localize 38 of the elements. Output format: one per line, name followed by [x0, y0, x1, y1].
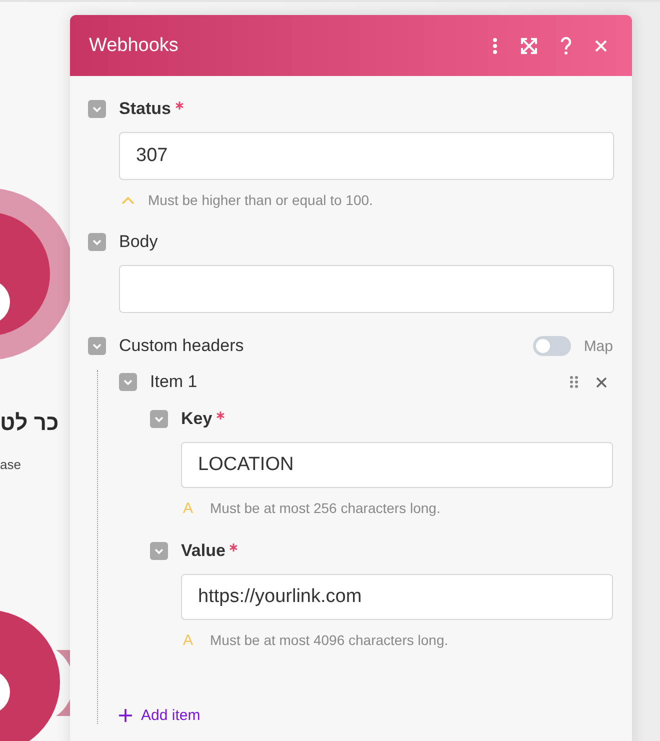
required-icon [229, 542, 238, 552]
collapse-toggle[interactable] [150, 542, 168, 560]
field-label: Value [181, 541, 226, 561]
chevron-up-icon [121, 196, 135, 204]
add-item-button[interactable]: Add item [119, 707, 200, 724]
expand-icon[interactable] [520, 36, 538, 54]
input-field[interactable]: 307 [119, 132, 614, 180]
input-field[interactable] [119, 265, 614, 313]
collapse-toggle[interactable] [88, 233, 106, 251]
panel-title: Webhooks [89, 34, 178, 56]
required-icon [174, 100, 184, 110]
help-icon[interactable] [560, 36, 572, 54]
drag-handle-icon[interactable] [570, 376, 578, 388]
field-label: Custom headers [119, 336, 244, 356]
collapse-toggle[interactable] [150, 410, 168, 428]
hint-text: Must be at most 4096 characters long. [210, 632, 448, 648]
module-label: כר לט [0, 410, 59, 436]
hint-text: Must be at most 256 characters long. [210, 500, 440, 516]
module-label: ase [0, 457, 21, 472]
field-label: Body [119, 232, 158, 252]
required-icon [216, 410, 226, 420]
more-options-icon[interactable] [492, 36, 498, 54]
remove-icon[interactable] [596, 376, 607, 388]
plus-icon [119, 709, 132, 722]
collapse-toggle[interactable] [88, 337, 106, 355]
item-label: Item 1 [150, 372, 198, 392]
field-label: Status [119, 99, 171, 119]
close-icon[interactable] [594, 38, 608, 52]
input-field[interactable]: https://yourlink.com [181, 574, 613, 620]
collapse-toggle[interactable] [88, 100, 106, 118]
map-toggle[interactable] [532, 336, 571, 356]
text-length-icon: A [183, 500, 197, 516]
text-length-icon: A [183, 632, 197, 648]
field-label: Key [181, 409, 212, 429]
toggle-label: Map [584, 338, 613, 354]
collapse-toggle[interactable] [119, 373, 137, 391]
input-field[interactable]: LOCATION [181, 442, 613, 488]
hint-text: Must be higher than or equal to 100. [148, 192, 373, 208]
